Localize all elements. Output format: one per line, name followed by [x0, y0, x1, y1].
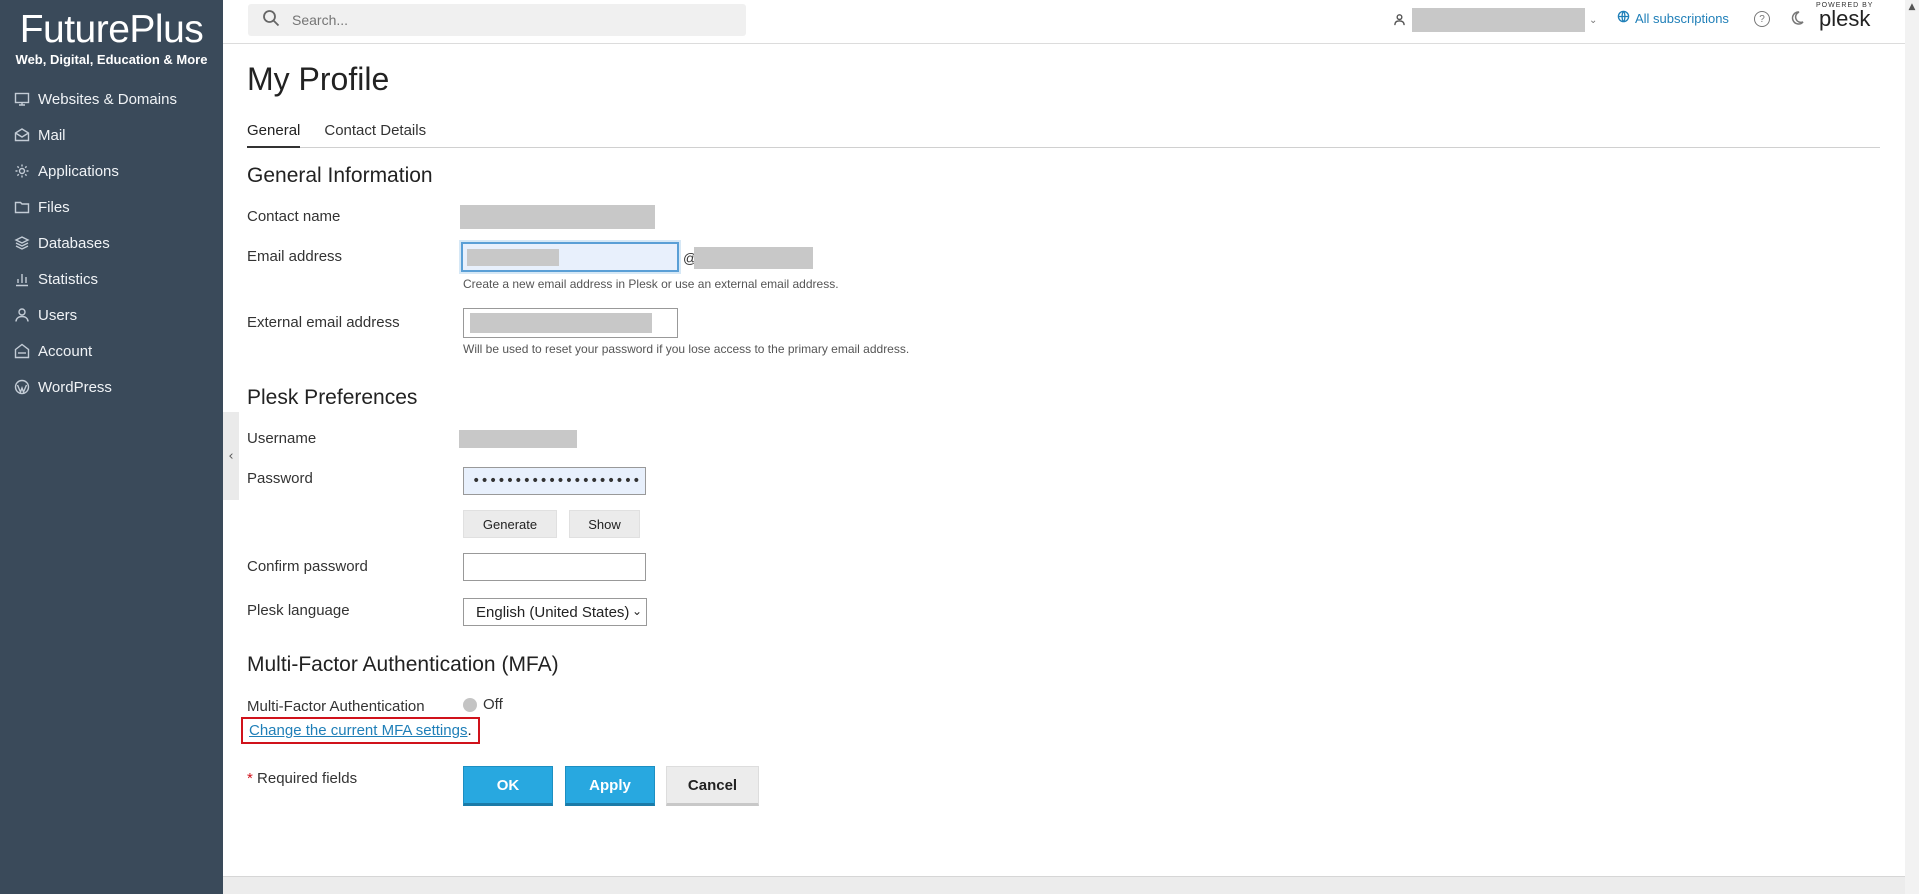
page-scrollbar[interactable]: ▲	[1905, 0, 1919, 894]
sidebar-item-label: Statistics	[38, 270, 99, 288]
plesk-language-label: Plesk language	[247, 602, 350, 619]
globe-icon	[1617, 10, 1635, 26]
tab-contact-details[interactable]: Contact Details	[324, 122, 426, 148]
sidebar-item-applications[interactable]: Applications	[0, 153, 223, 189]
sidebar-item-users[interactable]: Users	[0, 297, 223, 333]
database-icon	[14, 235, 30, 251]
sidebar-item-label: Mail	[38, 126, 66, 144]
mfa-label: Multi-Factor Authentication	[247, 698, 425, 715]
sidebar-item-label: Account	[38, 342, 93, 360]
account-icon	[14, 343, 30, 359]
sidebar-collapse-handle[interactable]: ‹	[223, 412, 239, 500]
mfa-heading: Multi-Factor Authentication (MFA)	[247, 653, 559, 676]
user-icon	[14, 307, 30, 323]
mfa-status-toggle[interactable]: Off	[463, 696, 503, 713]
tab-general[interactable]: General	[247, 122, 301, 148]
sidebar-item-statistics[interactable]: Statistics	[0, 261, 223, 297]
search-input[interactable]	[290, 11, 710, 29]
top-header: ⌄ All subscriptions ? POWERED BY plesk	[223, 0, 1919, 44]
sidebar-item-label: Users	[38, 306, 78, 324]
password-label: Password	[247, 470, 313, 487]
sidebar-item-label: WordPress	[38, 378, 112, 396]
toggle-off-icon	[463, 697, 477, 712]
brand-name: FuturePlus	[19, 8, 204, 51]
sidebar-item-label: Applications	[38, 162, 119, 180]
folder-icon	[14, 199, 30, 215]
apply-button[interactable]: Apply	[565, 766, 655, 806]
email-hint: Create a new email address in Plesk or u…	[463, 277, 839, 291]
show-password-button[interactable]: Show	[569, 510, 640, 538]
sidebar-item-label: Files	[38, 198, 70, 216]
external-email-input[interactable]	[463, 308, 678, 338]
required-fields-label: Required fields	[257, 770, 358, 787]
search-box[interactable]	[248, 4, 746, 36]
sidebar-item-wordpress[interactable]: WordPress	[0, 369, 223, 405]
sidebar-item-databases[interactable]: Databases	[0, 225, 223, 261]
user-icon	[1393, 11, 1406, 30]
username-value-redacted	[459, 430, 577, 448]
mfa-status-label: Off	[483, 696, 503, 713]
scroll-up-icon[interactable]: ▲	[1905, 2, 1919, 12]
chevron-down-icon: ⌄	[1589, 14, 1598, 26]
password-input[interactable]: ••••••••••••••••••••	[463, 467, 646, 495]
help-icon[interactable]: ?	[1754, 11, 1770, 27]
mfa-settings-highlight: Change the current MFA settings.	[241, 717, 480, 744]
mfa-link-suffix: .	[467, 722, 472, 739]
sidebar-item-websites-domains[interactable]: Websites & Domains	[0, 81, 223, 117]
chevron-down-icon: ⌄	[631, 604, 642, 618]
wordpress-icon	[14, 379, 30, 395]
required-star: *	[247, 770, 253, 787]
plesk-wordmark: plesk	[1819, 6, 1871, 31]
monitor-icon	[14, 91, 30, 107]
email-address-label: Email address	[247, 248, 343, 265]
chevron-left-icon: ‹	[228, 448, 234, 464]
confirm-password-input[interactable]	[463, 553, 646, 581]
external-email-redacted	[470, 313, 652, 333]
ok-button[interactable]: OK	[463, 766, 553, 806]
brand-tagline: Web, Digital, Education & More	[15, 52, 208, 67]
sidebar-item-account[interactable]: Account	[0, 333, 223, 369]
sidebar-nav: Websites & Domains Mail Applications Fil…	[0, 81, 223, 405]
user-name-redacted	[1412, 8, 1585, 32]
gear-icon	[14, 163, 30, 179]
tab-bar: General Contact Details	[247, 122, 1880, 148]
brand-logo[interactable]: FuturePlus Web, Digital, Education & Mor…	[0, 0, 223, 68]
user-menu[interactable]: ⌄	[1393, 8, 1597, 32]
language-select[interactable]: English (United States) ⌄	[463, 598, 647, 626]
sidebar-item-files[interactable]: Files	[0, 189, 223, 225]
subscriptions-label: All subscriptions	[1635, 10, 1729, 26]
contact-name-label: Contact name	[247, 208, 341, 225]
username-label: Username	[247, 430, 317, 447]
all-subscriptions-link[interactable]: All subscriptions	[1617, 10, 1729, 26]
generate-password-button[interactable]: Generate	[463, 510, 557, 538]
email-domain-redacted	[694, 247, 813, 269]
footer-bar	[223, 876, 1919, 894]
sidebar-item-label: Databases	[38, 234, 110, 252]
search-icon	[262, 9, 280, 31]
plesk-preferences-heading: Plesk Preferences	[247, 386, 418, 409]
plesk-logo: POWERED BY plesk	[1816, 2, 1873, 30]
external-email-hint: Will be used to reset your password if y…	[463, 342, 910, 356]
email-local-part-input[interactable]	[461, 242, 679, 272]
bar-chart-icon	[14, 271, 30, 287]
contact-name-value-redacted	[460, 205, 655, 229]
mail-icon	[14, 127, 30, 143]
general-information-heading: General Information	[247, 164, 433, 187]
sidebar-item-mail[interactable]: Mail	[0, 117, 223, 153]
cancel-button[interactable]: Cancel	[666, 766, 759, 806]
change-mfa-settings-link[interactable]: Change the current MFA settings	[249, 722, 467, 739]
sidebar-item-label: Websites & Domains	[38, 90, 177, 108]
confirm-password-label: Confirm password	[247, 558, 368, 575]
page-title: My Profile	[247, 61, 390, 97]
email-local-part-redacted	[467, 249, 559, 266]
sidebar: FuturePlus Web, Digital, Education & Mor…	[0, 0, 223, 894]
required-fields-note: * Required fields	[247, 770, 357, 787]
language-selected-value: English (United States)	[476, 603, 630, 621]
external-email-label: External email address	[247, 314, 400, 331]
moon-icon[interactable]	[1789, 10, 1805, 30]
